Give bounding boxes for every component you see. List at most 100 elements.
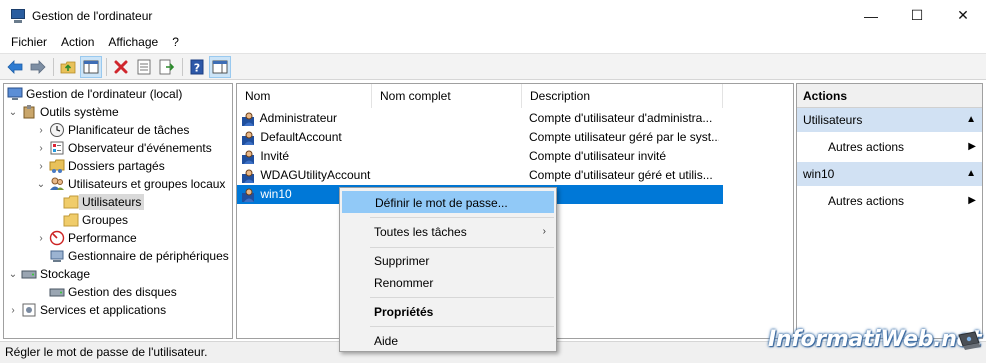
show-hide-tree-icon[interactable]: [80, 55, 102, 78]
ctx-set-password[interactable]: Définir le mot de passe...: [342, 191, 554, 213]
chevron-right-icon[interactable]: ›: [34, 233, 48, 244]
ctx-properties[interactable]: Propriétés: [342, 301, 554, 323]
submenu-arrow-icon: ›: [542, 226, 546, 237]
user-name: Administrateur: [259, 111, 338, 125]
user-name: WDAGUtilityAccount: [260, 168, 371, 182]
tree-item-utilisateurs-groupes[interactable]: ⌄ Utilisateurs et groupes locaux: [34, 175, 226, 193]
context-menu: Définir le mot de passe... Toutes les tâ…: [339, 187, 557, 352]
watermark-logo-icon: [958, 331, 981, 350]
ctx-help[interactable]: Aide: [342, 330, 554, 352]
maximize-button[interactable]: ☐: [894, 0, 940, 31]
user-description: Compte d'utilisateur invité: [529, 149, 667, 163]
user-icon: [241, 187, 257, 203]
menu-separator: [370, 326, 554, 327]
minimize-button[interactable]: —: [848, 0, 894, 31]
computer-management-icon: [10, 8, 26, 24]
tree-item-dossiers-partages[interactable]: › Dossiers partagés: [34, 157, 165, 175]
column-header-nom[interactable]: Nom: [237, 84, 372, 108]
toolbar-separator: [182, 57, 183, 76]
show-hide-action-pane-icon[interactable]: [209, 55, 231, 78]
toolbar: ?: [0, 53, 986, 80]
performance-icon: [49, 230, 65, 246]
menu-separator: [370, 217, 554, 218]
tree-item-performance[interactable]: › Performance: [34, 229, 137, 247]
tools-icon: [21, 104, 37, 120]
close-button[interactable]: ✕: [940, 0, 986, 31]
table-row[interactable]: DefaultAccount Compte utilisateur géré p…: [237, 128, 723, 147]
tree-item-root[interactable]: Gestion de l'ordinateur (local): [6, 85, 182, 103]
watermark-text: InformatiWeb.net: [768, 327, 982, 352]
table-row[interactable]: WDAGUtilityAccount Compte d'utilisateur …: [237, 166, 723, 185]
chevron-down-icon[interactable]: ⌄: [34, 179, 48, 190]
chevron-right-icon[interactable]: ›: [34, 125, 48, 136]
device-manager-icon: [49, 248, 65, 264]
chevron-down-icon[interactable]: ⌄: [6, 269, 20, 280]
collapse-icon[interactable]: ▲: [966, 108, 976, 132]
actions-autres-actions-2[interactable]: Autres actions ▶: [797, 186, 982, 216]
ctx-rename[interactable]: Renommer: [342, 272, 554, 294]
menu-affichage[interactable]: Affichage: [101, 31, 165, 53]
chevron-down-icon[interactable]: ⌄: [6, 107, 20, 118]
tree-item-outils-systeme[interactable]: ⌄ Outils système: [6, 103, 119, 121]
menu-separator: [370, 247, 554, 248]
table-row[interactable]: Administrateur Compte d'utilisateur d'ad…: [237, 109, 723, 128]
tree-item-gestion-disques[interactable]: Gestion des disques: [48, 283, 177, 301]
menu-fichier[interactable]: Fichier: [4, 31, 54, 53]
forward-icon[interactable]: [27, 56, 49, 78]
tree-item-planificateur[interactable]: › Planificateur de tâches: [34, 121, 189, 139]
collapse-icon[interactable]: ▲: [966, 162, 976, 186]
folder-icon: [63, 212, 79, 228]
actions-section-win10[interactable]: win10 ▲: [797, 162, 982, 186]
actions-autres-actions-1[interactable]: Autres actions ▶: [797, 132, 982, 162]
menu-help[interactable]: ?: [165, 31, 186, 53]
toolbar-separator: [53, 57, 54, 76]
chevron-right-icon[interactable]: ›: [34, 161, 48, 172]
user-description: Compte d'utilisateur géré et utilis...: [529, 168, 713, 182]
folder-icon: [63, 194, 79, 210]
computer-icon: [7, 86, 23, 102]
tree-item-groupes[interactable]: Groupes: [62, 211, 128, 229]
window-title: Gestion de l'ordinateur: [32, 8, 153, 23]
tree-item-gestionnaire-peripheriques[interactable]: Gestionnaire de périphériques: [48, 247, 229, 265]
help-icon[interactable]: ?: [186, 56, 208, 78]
tree-item-stockage[interactable]: ⌄ Stockage: [6, 265, 90, 283]
services-icon: [21, 302, 37, 318]
users-icon: [49, 176, 65, 192]
console-tree: Gestion de l'ordinateur (local) ⌄ Outils…: [3, 83, 233, 339]
ctx-all-tasks[interactable]: Toutes les tâches ›: [342, 221, 554, 243]
toolbar-separator: [106, 57, 107, 76]
ctx-delete[interactable]: Supprimer: [342, 250, 554, 272]
actions-header: Actions: [797, 84, 982, 108]
user-icon: [241, 168, 257, 184]
user-name: Invité: [260, 149, 290, 163]
delete-icon[interactable]: [110, 56, 132, 78]
table-row[interactable]: Invité Compte d'utilisateur invité: [237, 147, 723, 166]
chevron-right-icon[interactable]: ›: [34, 143, 48, 154]
title-bar: Gestion de l'ordinateur — ☐ ✕: [0, 0, 986, 31]
actions-section-utilisateurs[interactable]: Utilisateurs ▲: [797, 108, 982, 132]
user-icon: [241, 130, 257, 146]
user-description: Compte d'utilisateur d'administra...: [529, 111, 713, 125]
menu-bar: Fichier Action Affichage ?: [0, 31, 986, 53]
actions-pane: Actions Utilisateurs ▲ Autres actions ▶ …: [796, 83, 983, 339]
export-icon[interactable]: [156, 56, 178, 78]
svg-text:?: ?: [194, 61, 200, 74]
chevron-right-icon[interactable]: ›: [6, 305, 20, 316]
tree-item-observateur[interactable]: › Observateur d'événements: [34, 139, 211, 157]
user-icon: [241, 149, 257, 165]
up-folder-icon[interactable]: [57, 56, 79, 78]
tree-item-services[interactable]: › Services et applications: [6, 301, 166, 319]
properties-icon[interactable]: [133, 56, 155, 78]
column-header-description[interactable]: Description: [522, 84, 723, 108]
user-name: win10: [260, 187, 292, 201]
user-icon: [241, 111, 257, 127]
back-icon[interactable]: [4, 56, 26, 78]
tree-item-utilisateurs[interactable]: Utilisateurs: [62, 193, 145, 211]
menu-action[interactable]: Action: [54, 31, 101, 53]
disk-icon: [49, 284, 65, 300]
submenu-arrow-icon: ▶: [968, 141, 976, 152]
user-name: DefaultAccount: [260, 130, 342, 144]
menu-separator: [370, 297, 554, 298]
column-header-nom-complet[interactable]: Nom complet: [372, 84, 522, 108]
shared-folder-icon: [49, 158, 65, 174]
